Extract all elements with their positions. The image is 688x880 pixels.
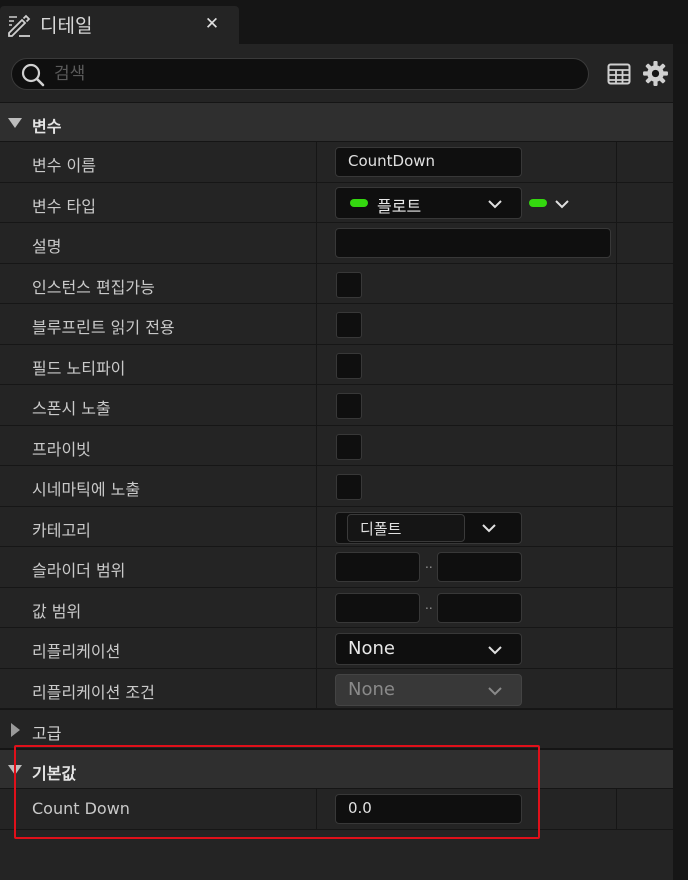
row-expose-on-spawn: 스폰시 노출	[0, 385, 673, 426]
section-label: 고급	[32, 724, 62, 743]
row-label: 리플리케이션	[32, 642, 121, 661]
chevron-down-icon	[8, 118, 22, 128]
section-default-value[interactable]: 기본값	[0, 749, 673, 789]
row-count-down: Count Down 0.0	[0, 789, 673, 830]
tab-details[interactable]: 디테일 ✕	[0, 6, 239, 44]
row-label: 프라이빗	[32, 439, 91, 459]
row-label: 카테고리	[32, 520, 91, 540]
expose-on-spawn-checkbox[interactable]	[336, 393, 362, 419]
row-blueprint-readonly: 블루프린트 읽기 전용	[0, 304, 673, 345]
slider-range-min-input[interactable]	[335, 552, 420, 582]
tab-bar: 디테일 ✕	[0, 0, 688, 44]
expose-cinematics-checkbox[interactable]	[336, 474, 362, 500]
edit-pencil-icon	[8, 14, 31, 37]
row-variable-name: 변수 이름 CountDown	[0, 142, 673, 183]
property-matrix-icon[interactable]	[606, 61, 632, 87]
row-label: 스폰시 노출	[32, 399, 111, 418]
chevron-down-icon	[8, 765, 22, 775]
row-field-notify: 필드 노티파이	[0, 344, 673, 385]
row-variable-type: 변수 타입 플로트	[0, 182, 673, 223]
section-advanced[interactable]: 고급	[0, 709, 673, 749]
value-range-max-input[interactable]	[437, 592, 522, 623]
row-label: 시네마틱에 노출	[32, 480, 141, 499]
row-label: 인스턴스 편집가능	[32, 277, 155, 297]
replication-condition-value: None	[348, 678, 395, 700]
row-instance-editable: 인스턴스 편집가능	[0, 263, 673, 304]
row-label: 설명	[32, 237, 62, 256]
chevron-down-icon[interactable]	[555, 199, 569, 209]
search-icon	[21, 63, 45, 87]
variable-type-dropdown[interactable]: 플로트	[335, 186, 522, 219]
description-input[interactable]	[335, 228, 611, 258]
tab-title: 디테일	[40, 15, 93, 37]
slider-range-max-input[interactable]	[437, 552, 522, 582]
row-label: 슬라이더 범위	[32, 561, 126, 580]
search-input[interactable]	[54, 62, 574, 86]
chevron-down-icon[interactable]	[482, 523, 496, 533]
range-separator: ..	[425, 597, 433, 612]
variable-name-input[interactable]: CountDown	[335, 147, 522, 177]
row-category: 카테고리 디폴트	[0, 506, 673, 547]
row-label: 값 범위	[32, 601, 82, 621]
search-box	[11, 58, 589, 90]
replication-value: None	[348, 638, 395, 659]
section-label: 변수	[32, 117, 62, 136]
row-private: 프라이빗	[0, 425, 673, 466]
chevron-down-icon	[488, 686, 502, 695]
category-input[interactable]: 디폴트	[347, 513, 465, 542]
scrollbar[interactable]	[673, 44, 688, 880]
blueprint-readonly-checkbox[interactable]	[336, 312, 362, 338]
row-slider-range: 슬라이더 범위 ..	[0, 547, 673, 588]
value-range-min-input[interactable]	[335, 592, 420, 623]
row-label: 리플리케이션 조건	[32, 682, 155, 702]
replication-condition-dropdown: None	[335, 673, 522, 706]
variable-type-value: 플로트	[377, 196, 422, 216]
float-pin-icon	[350, 198, 368, 207]
range-separator: ..	[425, 557, 433, 571]
row-replication-condition: 리플리케이션 조건 None	[0, 668, 673, 709]
row-description: 설명	[0, 223, 673, 264]
row-label: 변수 이름	[32, 156, 96, 175]
row-replication: 리플리케이션 None	[0, 628, 673, 669]
category-combo[interactable]: 디폴트	[335, 511, 522, 544]
row-label: 필드 노티파이	[32, 358, 126, 378]
section-variables[interactable]: 변수	[0, 102, 673, 142]
instance-editable-checkbox[interactable]	[336, 271, 362, 298]
row-expose-cinematics: 시네마틱에 노출	[0, 466, 673, 507]
property-list: 변수 변수 이름 CountDown 변수 타입 플로트 설명 인스턴스 편집가…	[0, 102, 673, 830]
replication-dropdown[interactable]: None	[335, 633, 522, 665]
row-label: 변수 타입	[32, 196, 96, 216]
chevron-right-icon	[11, 723, 20, 737]
container-type-icon[interactable]	[529, 198, 547, 207]
row-label: Count Down	[32, 799, 130, 818]
section-label: 기본값	[32, 764, 77, 783]
count-down-input[interactable]: 0.0	[335, 794, 522, 824]
close-icon[interactable]: ✕	[203, 12, 221, 36]
chevron-down-icon	[488, 199, 502, 208]
field-notify-checkbox[interactable]	[336, 352, 362, 379]
row-value-range: 값 범위 ..	[0, 587, 673, 628]
row-label: 블루프린트 읽기 전용	[32, 318, 175, 337]
chevron-down-icon	[488, 646, 502, 655]
private-checkbox[interactable]	[336, 433, 362, 460]
gear-icon[interactable]	[642, 60, 669, 87]
